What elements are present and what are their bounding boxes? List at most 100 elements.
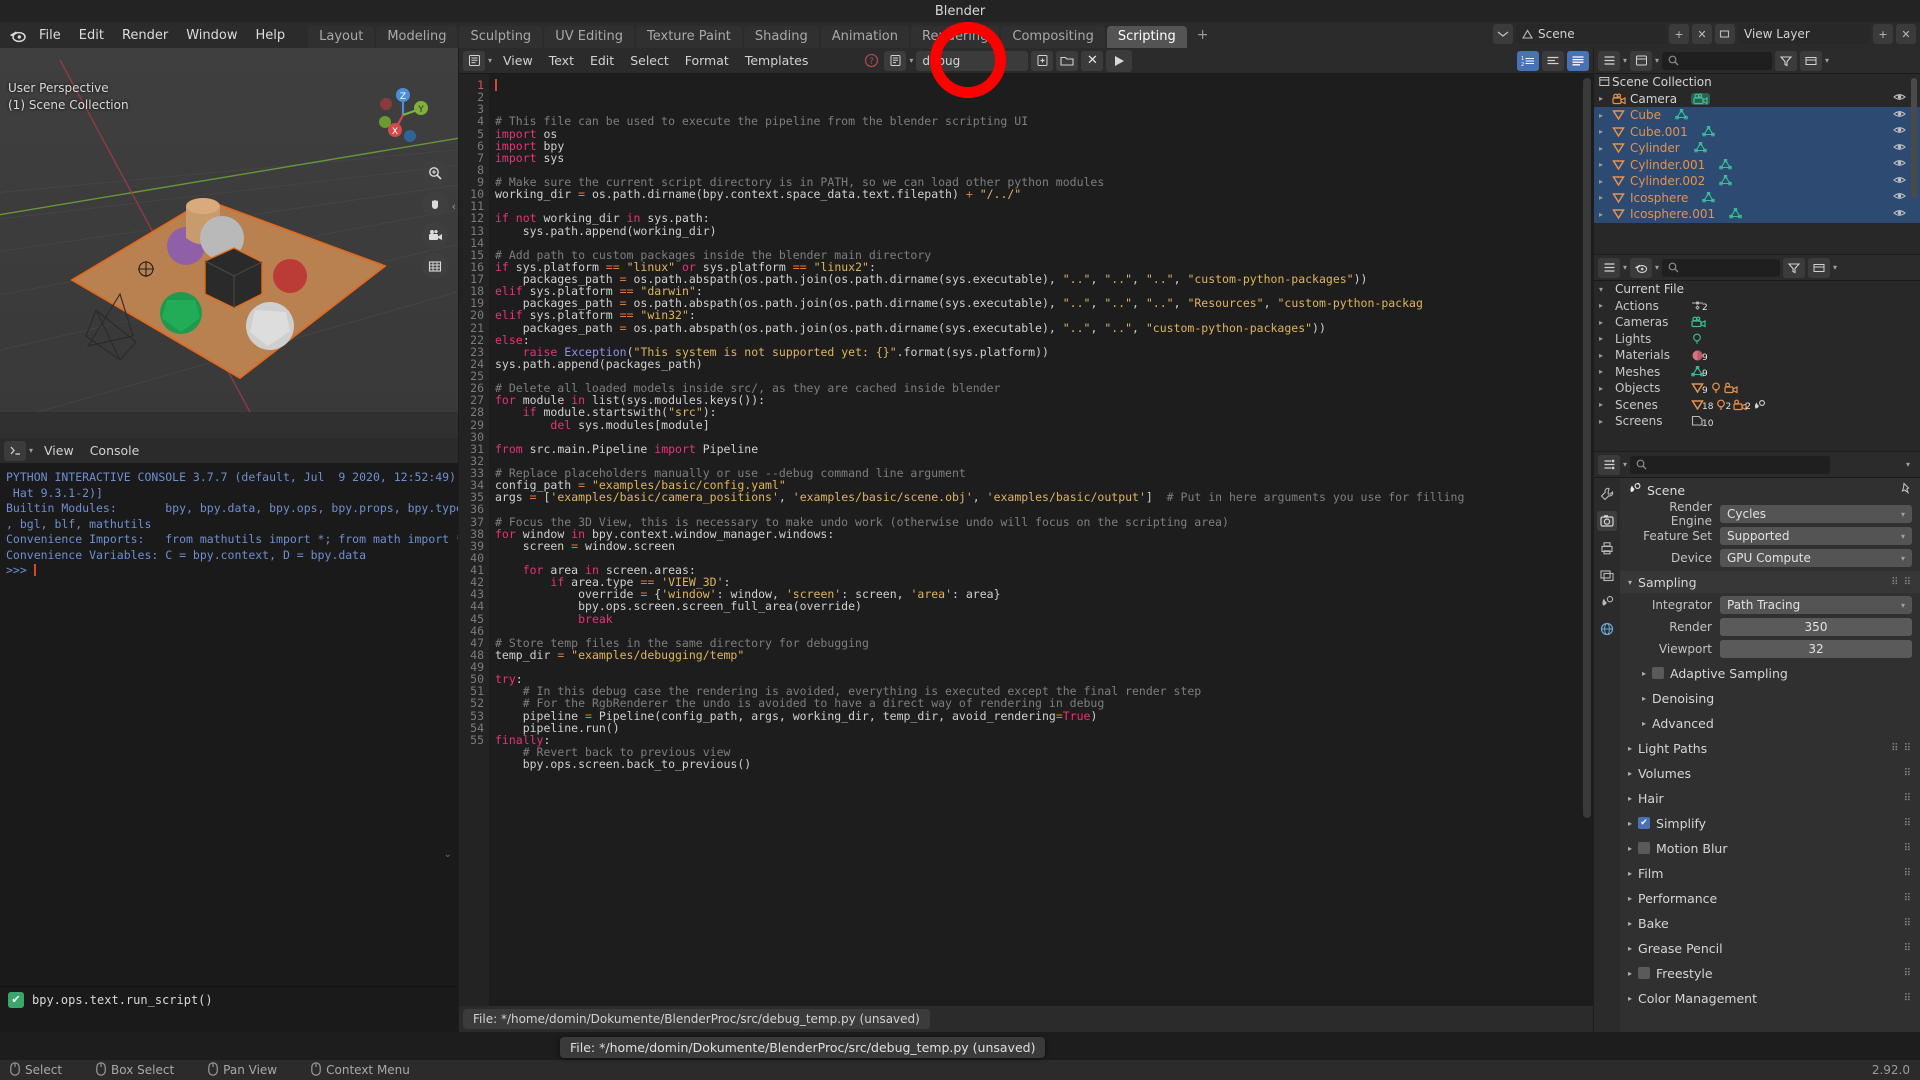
- outliner-search-input[interactable]: [1662, 51, 1773, 70]
- outliner-item-camera[interactable]: ▸ Camera: [1594, 91, 1920, 108]
- scene-selector[interactable]: Scene: [1516, 24, 1666, 44]
- panel-header-performance[interactable]: ▸ Performance ⠿: [1620, 887, 1920, 909]
- visibility-eye-icon[interactable]: [1893, 125, 1906, 138]
- properties-tab-render[interactable]: [1597, 511, 1617, 531]
- viewport-samples-number-field[interactable]: 32: [1720, 640, 1912, 658]
- view-layer-selector[interactable]: View Layer: [1738, 24, 1870, 44]
- menu-render[interactable]: Render: [113, 26, 177, 45]
- disclosure-triangle-icon[interactable]: ▸: [1599, 334, 1615, 343]
- properties-tab-scene[interactable]: [1597, 592, 1617, 612]
- text-menu-view[interactable]: View: [495, 52, 541, 69]
- panel-grip-icon[interactable]: ⠿: [1904, 868, 1912, 879]
- disclosure-triangle-icon[interactable]: ▸: [1599, 384, 1615, 393]
- checkbox[interactable]: [1638, 967, 1651, 979]
- blend-file-root-row[interactable]: ▾ Current File: [1594, 281, 1920, 298]
- disclosure-triangle-icon[interactable]: ▸: [1599, 301, 1615, 310]
- mesh-data-icon[interactable]: [1702, 191, 1716, 204]
- blend-file-item-materials[interactable]: ▸ Materials 9: [1594, 347, 1920, 364]
- code-line[interactable]: break: [495, 612, 1593, 625]
- disclosure-triangle-icon[interactable]: ▸: [1599, 177, 1612, 186]
- device-dropdown[interactable]: GPU Compute ▾: [1720, 549, 1912, 567]
- text-datablock-icon[interactable]: [884, 50, 907, 71]
- panel-header-color-management[interactable]: ▸ Color Management ⠿: [1620, 987, 1920, 1009]
- code-line[interactable]: # This file can be used to execute the p…: [495, 115, 1593, 127]
- panel-grip-icon[interactable]: ⠿: [1904, 768, 1912, 779]
- editor-type-console-icon[interactable]: [4, 440, 26, 461]
- open-folder-icon[interactable]: [1056, 50, 1079, 71]
- panel-header-film[interactable]: ▸ Film ⠿: [1620, 862, 1920, 884]
- properties-tab-output[interactable]: [1597, 538, 1617, 558]
- outliner-type-chevron-icon[interactable]: ▾: [1623, 56, 1627, 65]
- blend-file-item-actions[interactable]: ▸ Actions 2: [1594, 298, 1920, 315]
- panel-preset-and-grip-icon[interactable]: ⠿ ⠿: [1891, 743, 1912, 754]
- code-line[interactable]: [495, 661, 1593, 673]
- text-menu-templates[interactable]: Templates: [737, 52, 817, 69]
- code-line[interactable]: import os: [495, 127, 1593, 140]
- view-layer-browse-icon[interactable]: [1715, 24, 1735, 44]
- blender-data-icon[interactable]: [1630, 257, 1653, 278]
- outliner-mode-chevron-icon[interactable]: ▾: [1655, 56, 1659, 65]
- menu-file[interactable]: File: [30, 26, 70, 45]
- console-output[interactable]: PYTHON INTERACTIVE CONSOLE 3.7.7 (defaul…: [0, 464, 458, 579]
- checkbox[interactable]: ✔: [1638, 817, 1651, 829]
- console-menu-console[interactable]: Console: [82, 442, 148, 459]
- code-line[interactable]: import sys: [495, 152, 1593, 164]
- code-line[interactable]: del sys.modules[module]: [495, 418, 1593, 431]
- filter-icon[interactable]: [1783, 257, 1806, 278]
- text-editor-type-chevron-icon[interactable]: ▾: [488, 56, 492, 65]
- line-numbers-toggle-icon[interactable]: 12: [1517, 50, 1539, 71]
- panel-grip-icon[interactable]: ⠿: [1904, 968, 1912, 979]
- panel-grip-icon[interactable]: ⠿: [1904, 943, 1912, 954]
- mesh-data-icon[interactable]: [1729, 208, 1742, 220]
- blend-file-item-lights[interactable]: ▸ Lights: [1594, 331, 1920, 348]
- outliner-item-cube-001[interactable]: ▸ Cube.001: [1594, 123, 1920, 140]
- code-line[interactable]: import bpy: [495, 140, 1593, 152]
- console-scroll-indicator[interactable]: ⌄: [444, 849, 452, 860]
- pin-icon[interactable]: [1899, 482, 1912, 498]
- outliner-item-icosphere[interactable]: ▸ Icosphere: [1594, 189, 1920, 206]
- visibility-eye-icon[interactable]: [1893, 142, 1906, 155]
- console-type-chevron-icon[interactable]: ▾: [29, 446, 33, 455]
- panel-header-motion-blur[interactable]: ▸ Motion Blur ⠿: [1620, 837, 1920, 859]
- new-scene-icon[interactable]: +: [1669, 24, 1689, 44]
- code-line[interactable]: [495, 770, 1593, 782]
- console-menu-view[interactable]: View: [36, 442, 82, 459]
- code-line[interactable]: pipeline = Pipeline(config_path, args, w…: [495, 709, 1593, 722]
- outliner-item-cylinder-001[interactable]: ▸ Cylinder.001: [1594, 156, 1920, 173]
- disclosure-triangle-icon[interactable]: ▸: [1599, 111, 1612, 120]
- panel-header-light-paths[interactable]: ▸ Light Paths ⠿ ⠿: [1620, 737, 1920, 759]
- outliner-root-row[interactable]: Scene Collection: [1594, 74, 1920, 91]
- panel-header-grease-pencil[interactable]: ▸ Grease Pencil ⠿: [1620, 937, 1920, 959]
- blendfile-mode-chevron-icon[interactable]: ▾: [1655, 263, 1659, 272]
- properties-tab-world[interactable]: [1597, 619, 1617, 639]
- outliner-item-cylinder-002[interactable]: ▸ Cylinder.002: [1594, 173, 1920, 190]
- workspace-tab-modeling[interactable]: Modeling: [376, 26, 458, 48]
- menu-window[interactable]: Window: [177, 26, 246, 45]
- properties-type-chevron-icon[interactable]: ▾: [1623, 460, 1627, 469]
- outliner-item-icosphere-001[interactable]: ▸ Icosphere.001: [1594, 206, 1920, 223]
- disclosure-triangle-icon[interactable]: ▸: [1599, 127, 1612, 136]
- word-wrap-toggle-icon[interactable]: [1542, 50, 1564, 71]
- disclosure-triangle-icon[interactable]: ▸: [1599, 94, 1612, 103]
- workspace-tab-sculpting[interactable]: Sculpting: [459, 26, 543, 48]
- code-line[interactable]: args = ['examples/basic/camera_positions…: [495, 491, 1593, 503]
- panel-header-sampling[interactable]: ▾ Sampling ⠿ ⠿: [1620, 571, 1920, 593]
- new-text-icon[interactable]: [1031, 50, 1054, 71]
- editor-type-outliner-icon[interactable]: [1598, 50, 1620, 71]
- text-menu-select[interactable]: Select: [622, 52, 677, 69]
- mesh-data-icon[interactable]: [1702, 125, 1715, 138]
- workspace-tab-uv-editing[interactable]: UV Editing: [544, 26, 635, 48]
- properties-tab-tool[interactable]: [1597, 484, 1617, 504]
- outliner-filter-chevron-icon[interactable]: ▾: [1825, 56, 1829, 65]
- blend-file-item-cameras[interactable]: ▸ Cameras: [1594, 314, 1920, 331]
- workspace-tab-shading[interactable]: Shading: [743, 26, 819, 48]
- panel-grip-icon[interactable]: ⠿: [1904, 993, 1912, 1004]
- scene-browse-icon[interactable]: [1493, 24, 1513, 44]
- text-menu-format[interactable]: Format: [677, 52, 737, 69]
- disclosure-triangle-icon[interactable]: ▸: [1599, 351, 1615, 360]
- render-engine-dropdown[interactable]: Cycles ▾: [1720, 505, 1912, 523]
- pan-tool-icon[interactable]: [422, 191, 448, 217]
- console-prompt-line[interactable]: >>>: [6, 563, 452, 579]
- disclosure-triangle-icon[interactable]: ▸: [1599, 400, 1615, 409]
- code-line[interactable]: sys.path.append(packages_path): [495, 358, 1593, 370]
